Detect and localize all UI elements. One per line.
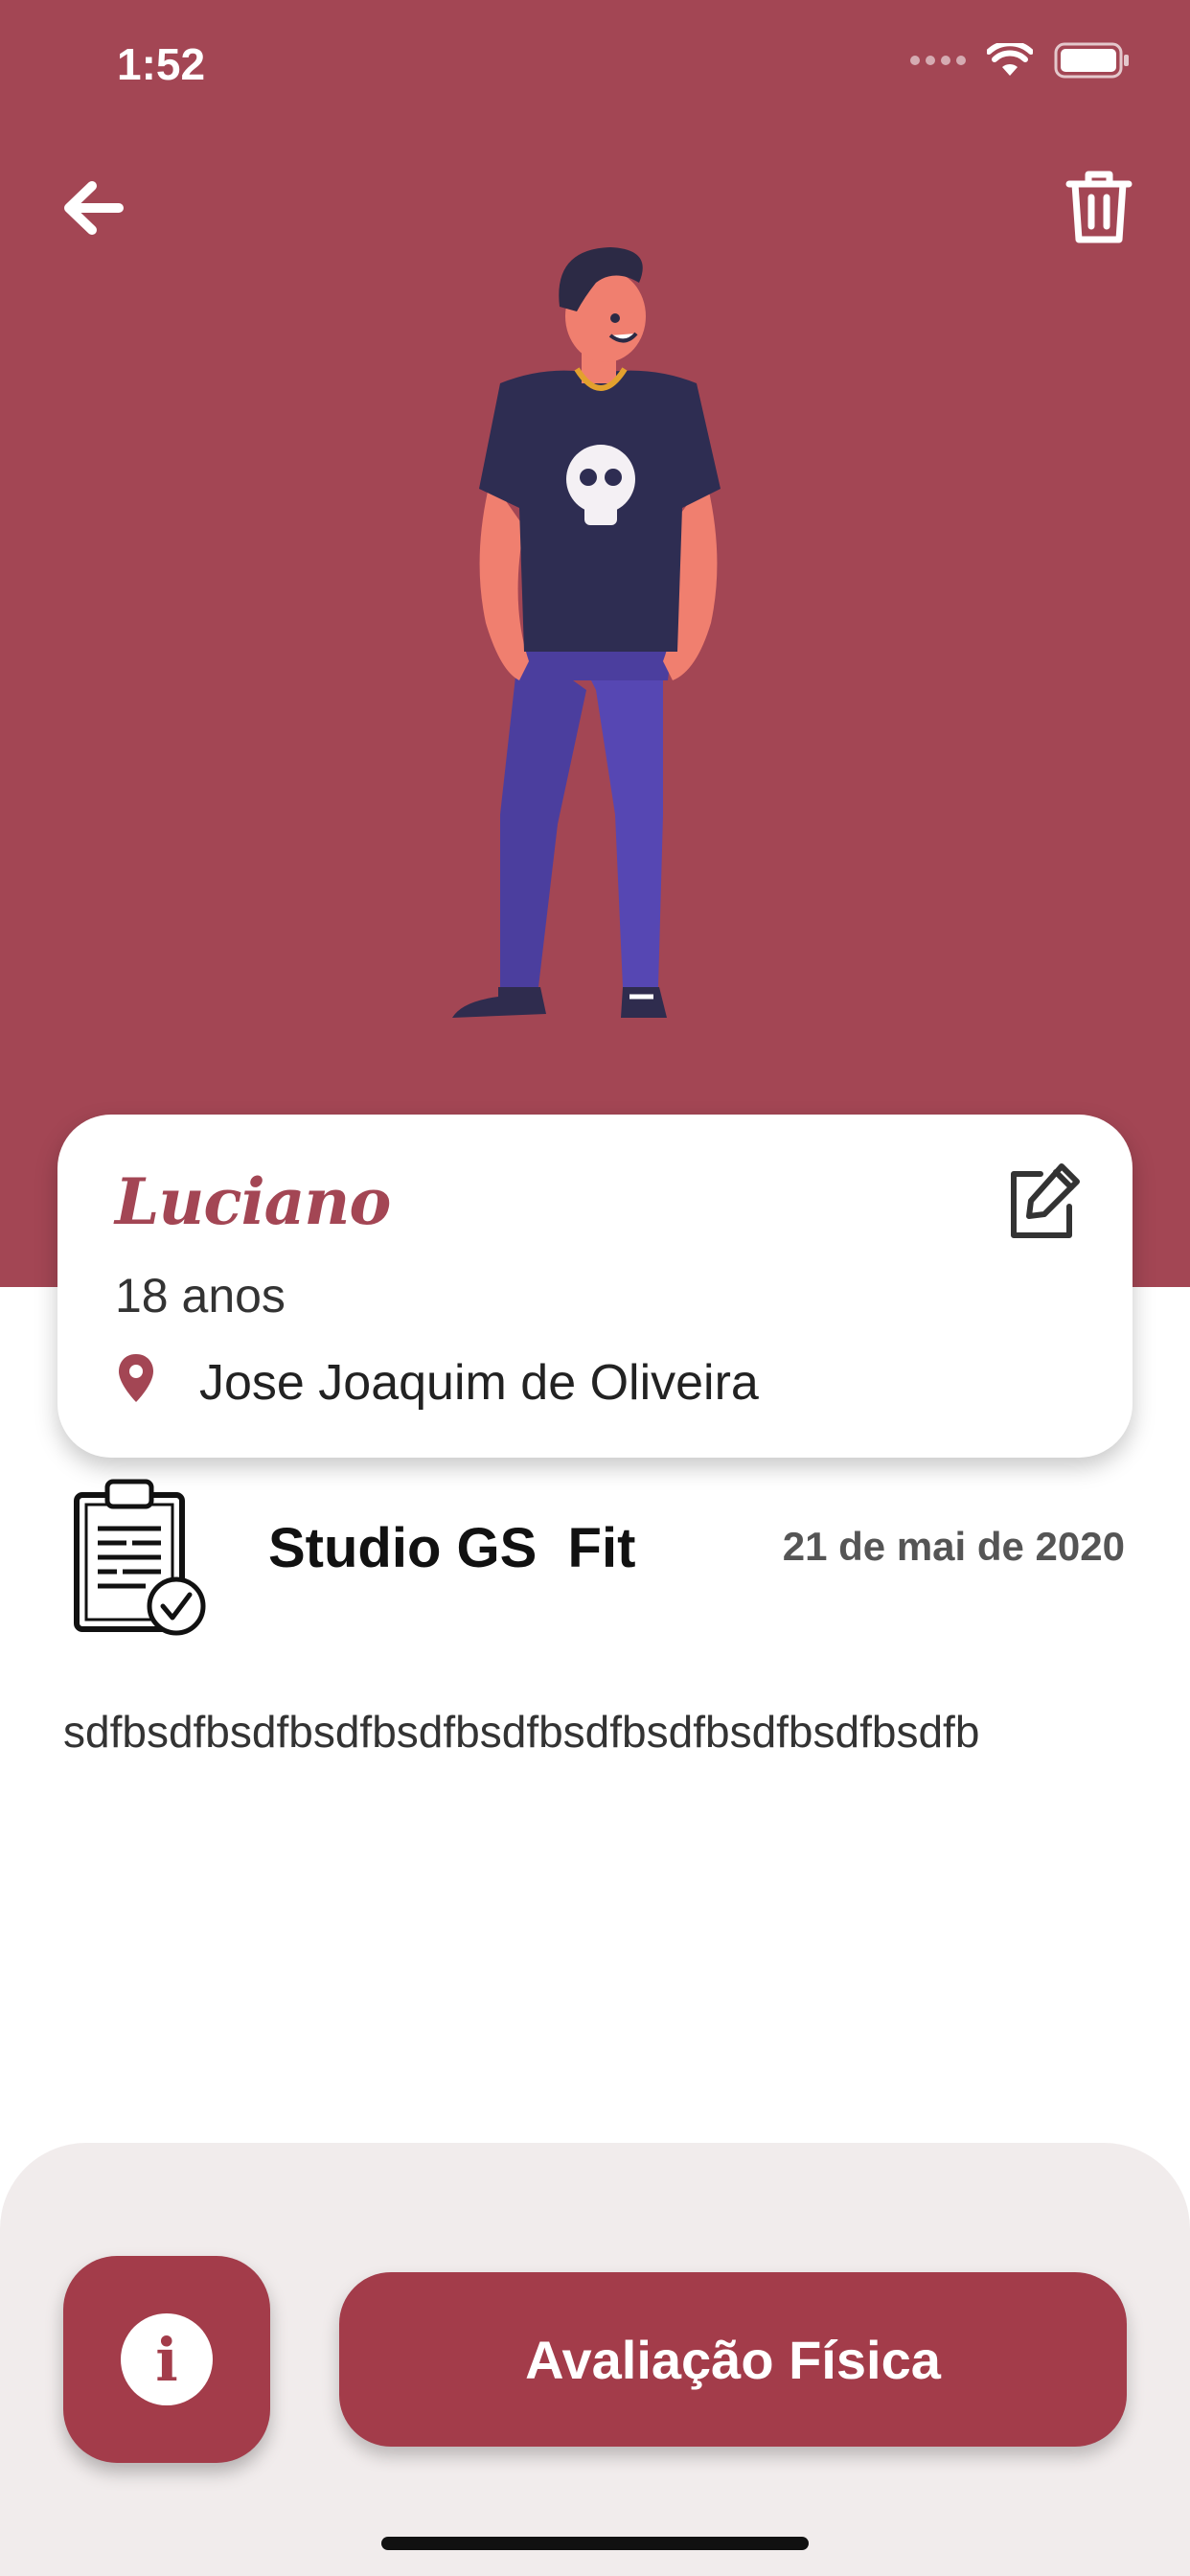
map-pin-icon — [119, 1354, 153, 1402]
edit-button[interactable] — [1002, 1161, 1085, 1243]
profile-card: Luciano 18 anos Jose Joaquim de Oliveira — [57, 1115, 1133, 1458]
delete-button[interactable] — [1065, 169, 1133, 245]
trash-icon — [1065, 171, 1133, 243]
assessment-description: sdfbsdfbsdfbsdfbsdfbsdfbsdfbsdfbsdfbsdfb… — [63, 1707, 980, 1757]
studio-name: Studio GS Fit — [268, 1517, 636, 1579]
info-button[interactable]: i — [63, 2256, 270, 2463]
profile-age: 18 anos — [115, 1269, 286, 1322]
profile-address: Jose Joaquim de Oliveira — [199, 1355, 759, 1411]
profile-name: Luciano — [115, 1164, 391, 1239]
status-icons — [910, 42, 1131, 79]
cellular-signal-icon — [910, 56, 966, 65]
back-button[interactable] — [57, 172, 128, 243]
arrow-left-icon — [64, 181, 124, 235]
assessment-date: 21 de mai de 2020 — [782, 1524, 1125, 1569]
info-icon: i — [121, 2313, 213, 2405]
home-indicator — [381, 2537, 809, 2550]
status-time: 1:52 — [117, 39, 206, 89]
wifi-icon — [987, 43, 1033, 76]
battery-icon — [1054, 42, 1129, 79]
edit-icon — [1011, 1163, 1080, 1238]
person-illustration — [452, 247, 721, 1018]
clipboard-check-icon — [74, 1479, 206, 1636]
physical-assessment-button[interactable]: Avaliação Física — [339, 2272, 1127, 2447]
